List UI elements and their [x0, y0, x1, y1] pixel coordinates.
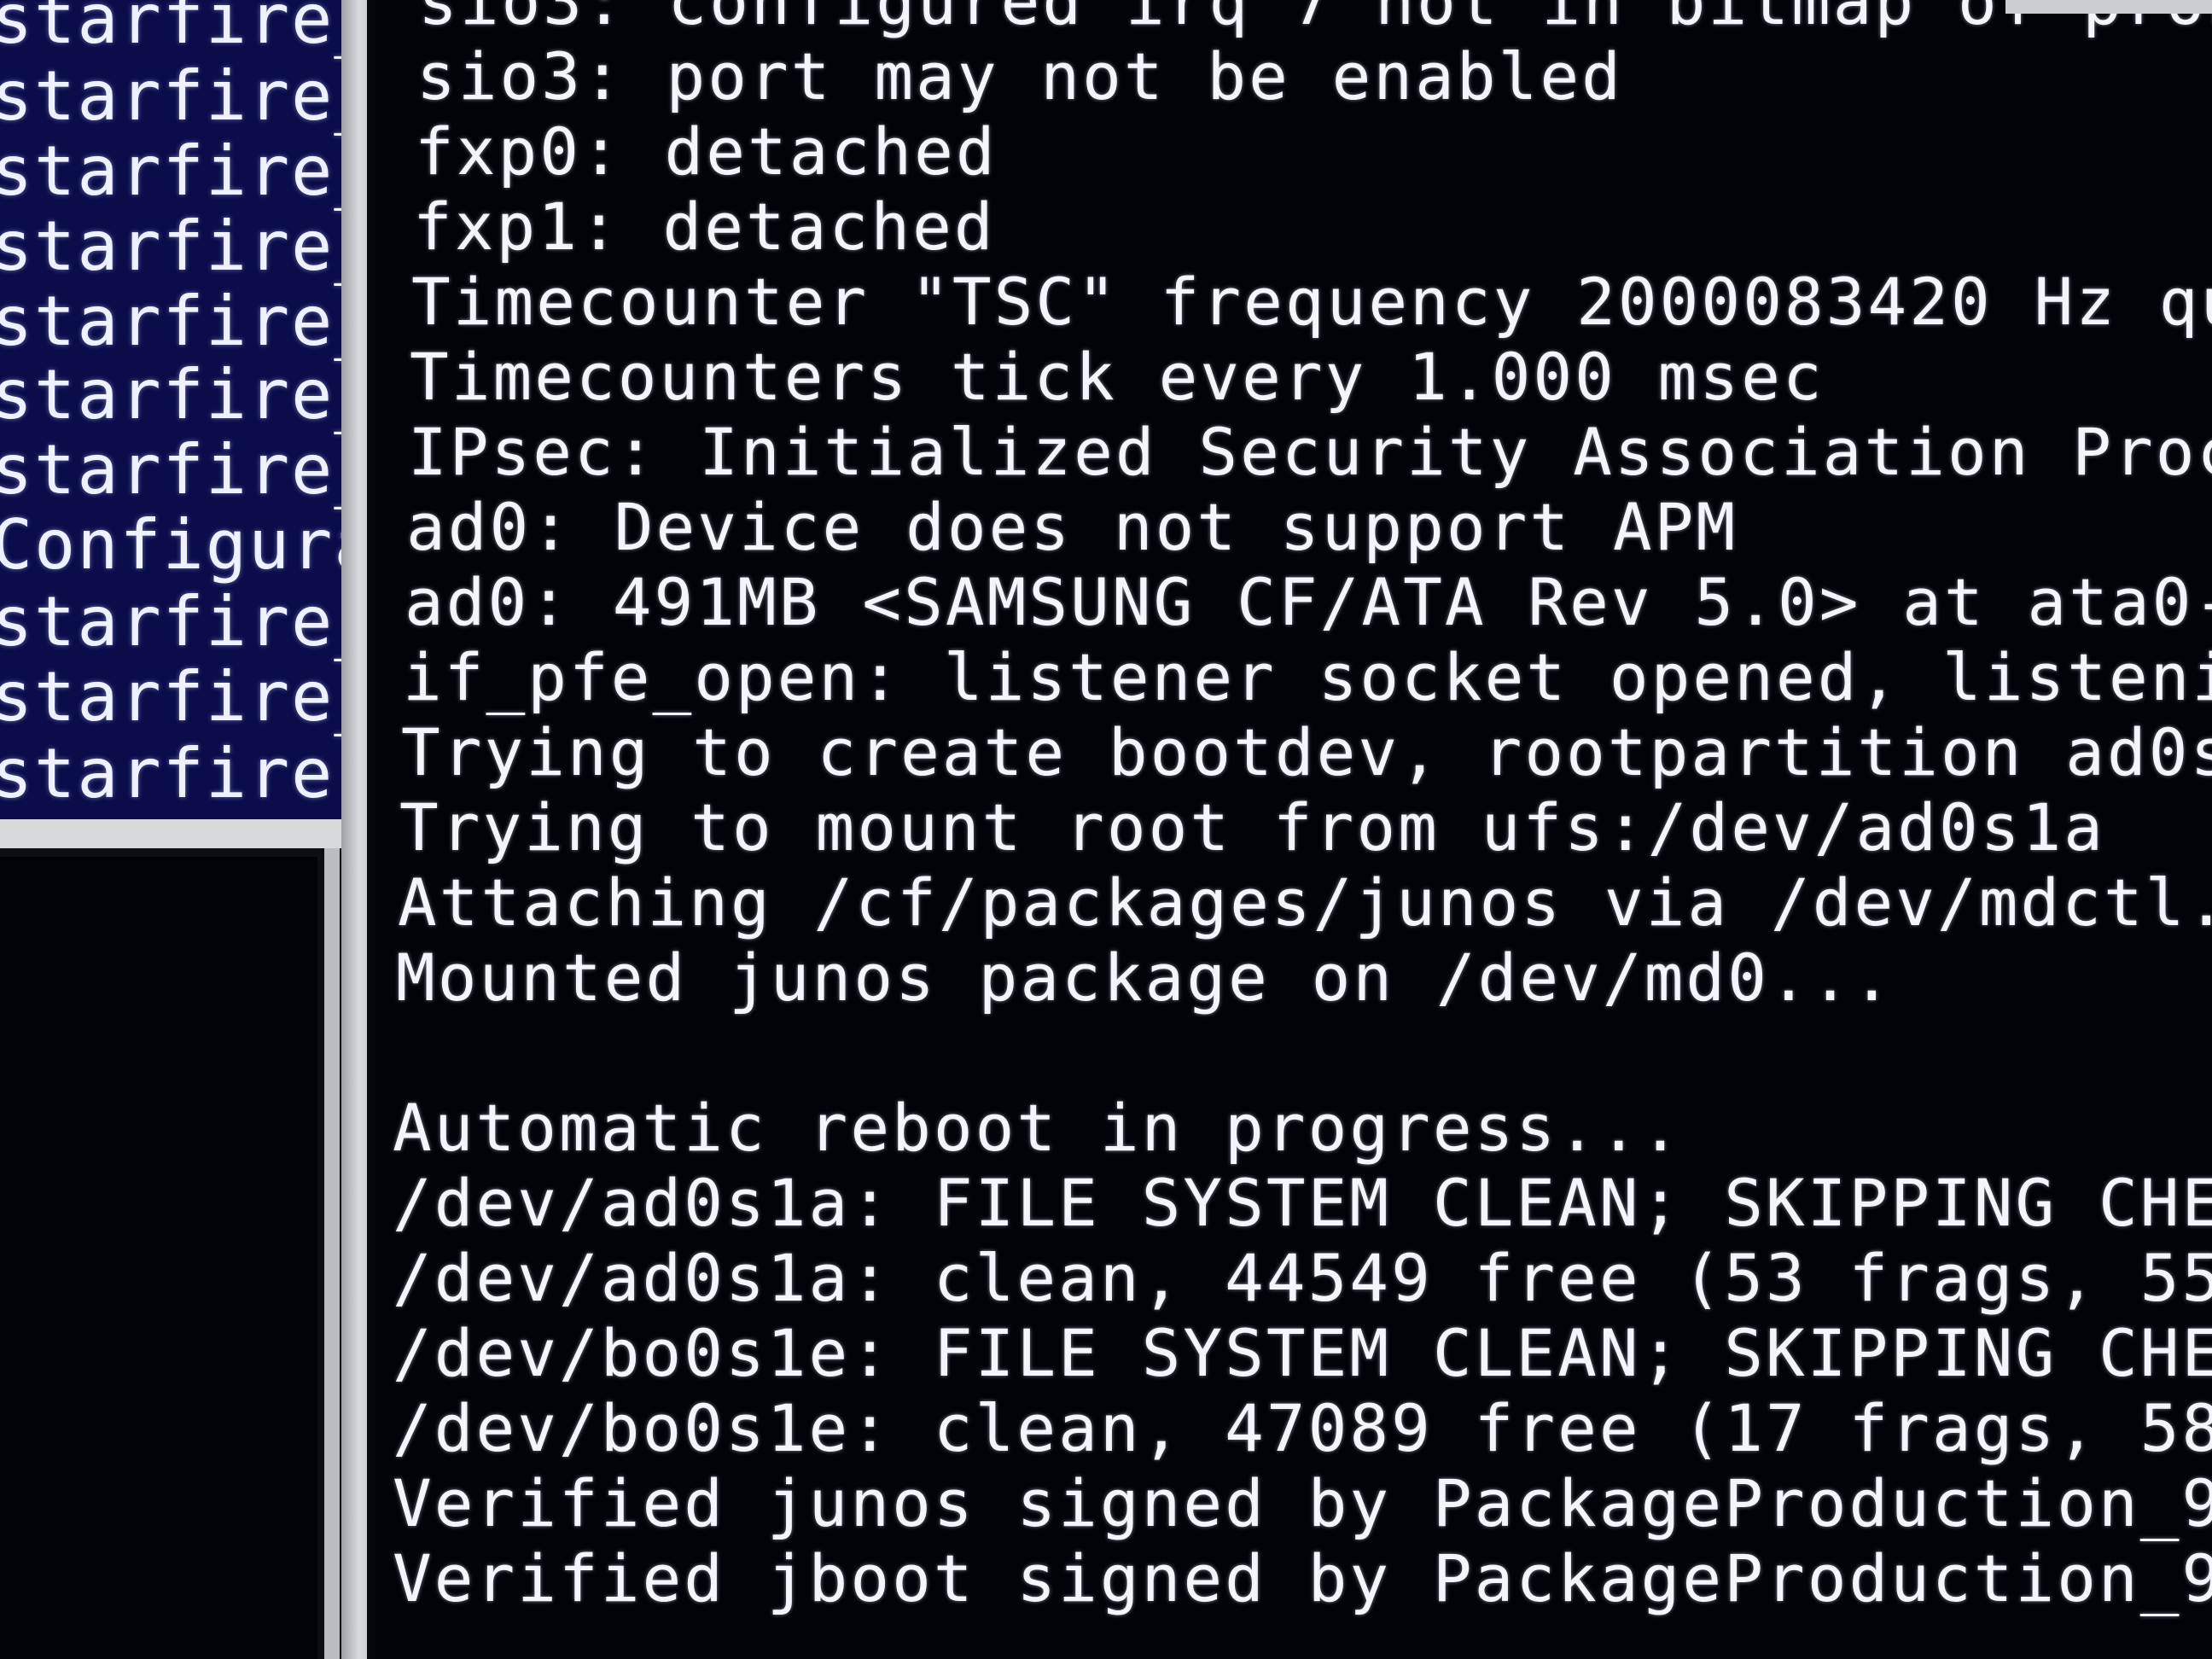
- left-terminal-line: starfire_os: [0, 582, 367, 661]
- window-border-top[interactable]: [2005, 0, 2212, 14]
- console-line: ad0: 491MB <SAMSUNG CF/ATA Rev 5.0> at a…: [405, 564, 2212, 640]
- left-terminal-line: starfire_os: [0, 355, 367, 434]
- console-window[interactable]: sio3: configured irq 7 not in bitmap of …: [375, 0, 2212, 1659]
- console-line: Automatic reboot in progress...: [393, 1090, 1683, 1166]
- console-line: Trying to mount root from ufs:/dev/ad0s1…: [399, 789, 2105, 865]
- window-border-horizontal[interactable]: [0, 819, 358, 848]
- console-line: Verified jboot signed by PackageProducti…: [393, 1540, 2212, 1616]
- console-line: Verified junos signed by PackageProducti…: [393, 1465, 2212, 1541]
- console-line: Mounted junos package on /dev/md0...: [396, 940, 1895, 1016]
- left-terminal-line: starfire_os: [0, 207, 367, 286]
- left-terminal-line: starfire_os: [0, 0, 367, 59]
- left-terminal-line: starfire_os: [0, 657, 367, 736]
- window-border-vertical-lower[interactable]: [324, 848, 340, 1659]
- left-terminal-line: starfire_os: [0, 56, 367, 136]
- console-line: IPsec: Initialized Security Association …: [408, 414, 2212, 490]
- console-line: /dev/bo0s1e: FILE SYSTEM CLEAN; SKIPPING…: [393, 1315, 2212, 1391]
- console-line: fxp1: detached: [413, 189, 996, 265]
- left-terminal-line: starfire_os: [0, 282, 367, 361]
- console-line: /dev/bo0s1e: clean, 47089 free (17 frags…: [393, 1390, 2212, 1466]
- left-terminal-line: Configurat.: [0, 505, 367, 585]
- console-line: sio3: port may not be enabled: [416, 38, 1623, 114]
- console-line: ad0: Device does not support APM: [406, 489, 1738, 565]
- left-terminal-line: starfire_os: [0, 430, 367, 509]
- console-line: Attaching /cf/packages/junos via /dev/md…: [398, 864, 2212, 940]
- console-line: fxp0: detached: [415, 114, 998, 189]
- console-line: Trying to create bootdev, rootpartition …: [401, 714, 2212, 790]
- console-line: if_pfe_open: listener socket opened, lis…: [403, 639, 2212, 715]
- console-line: Timecounter "TSC" frequency 2000083420 H…: [411, 264, 2212, 340]
- monitor-screen: starfire_os starfire_os starfire_os star…: [0, 0, 2212, 1659]
- console-line: sio3: configured irq 7 not in bitmap of …: [418, 0, 2212, 39]
- console-line: Timecounters tick every 1.000 msec: [410, 339, 1825, 415]
- console-line: /dev/ad0s1a: clean, 44549 free (53 frags…: [393, 1240, 2212, 1316]
- left-terminal-line: starfire_os: [0, 131, 367, 211]
- left-terminal-line: starfire::: [0, 734, 367, 813]
- left-terminal-window[interactable]: starfire_os starfire_os starfire_os star…: [0, 0, 367, 828]
- lower-left-window-content: [0, 857, 317, 1659]
- console-line: /dev/ad0s1a: FILE SYSTEM CLEAN; SKIPPING…: [393, 1165, 2212, 1241]
